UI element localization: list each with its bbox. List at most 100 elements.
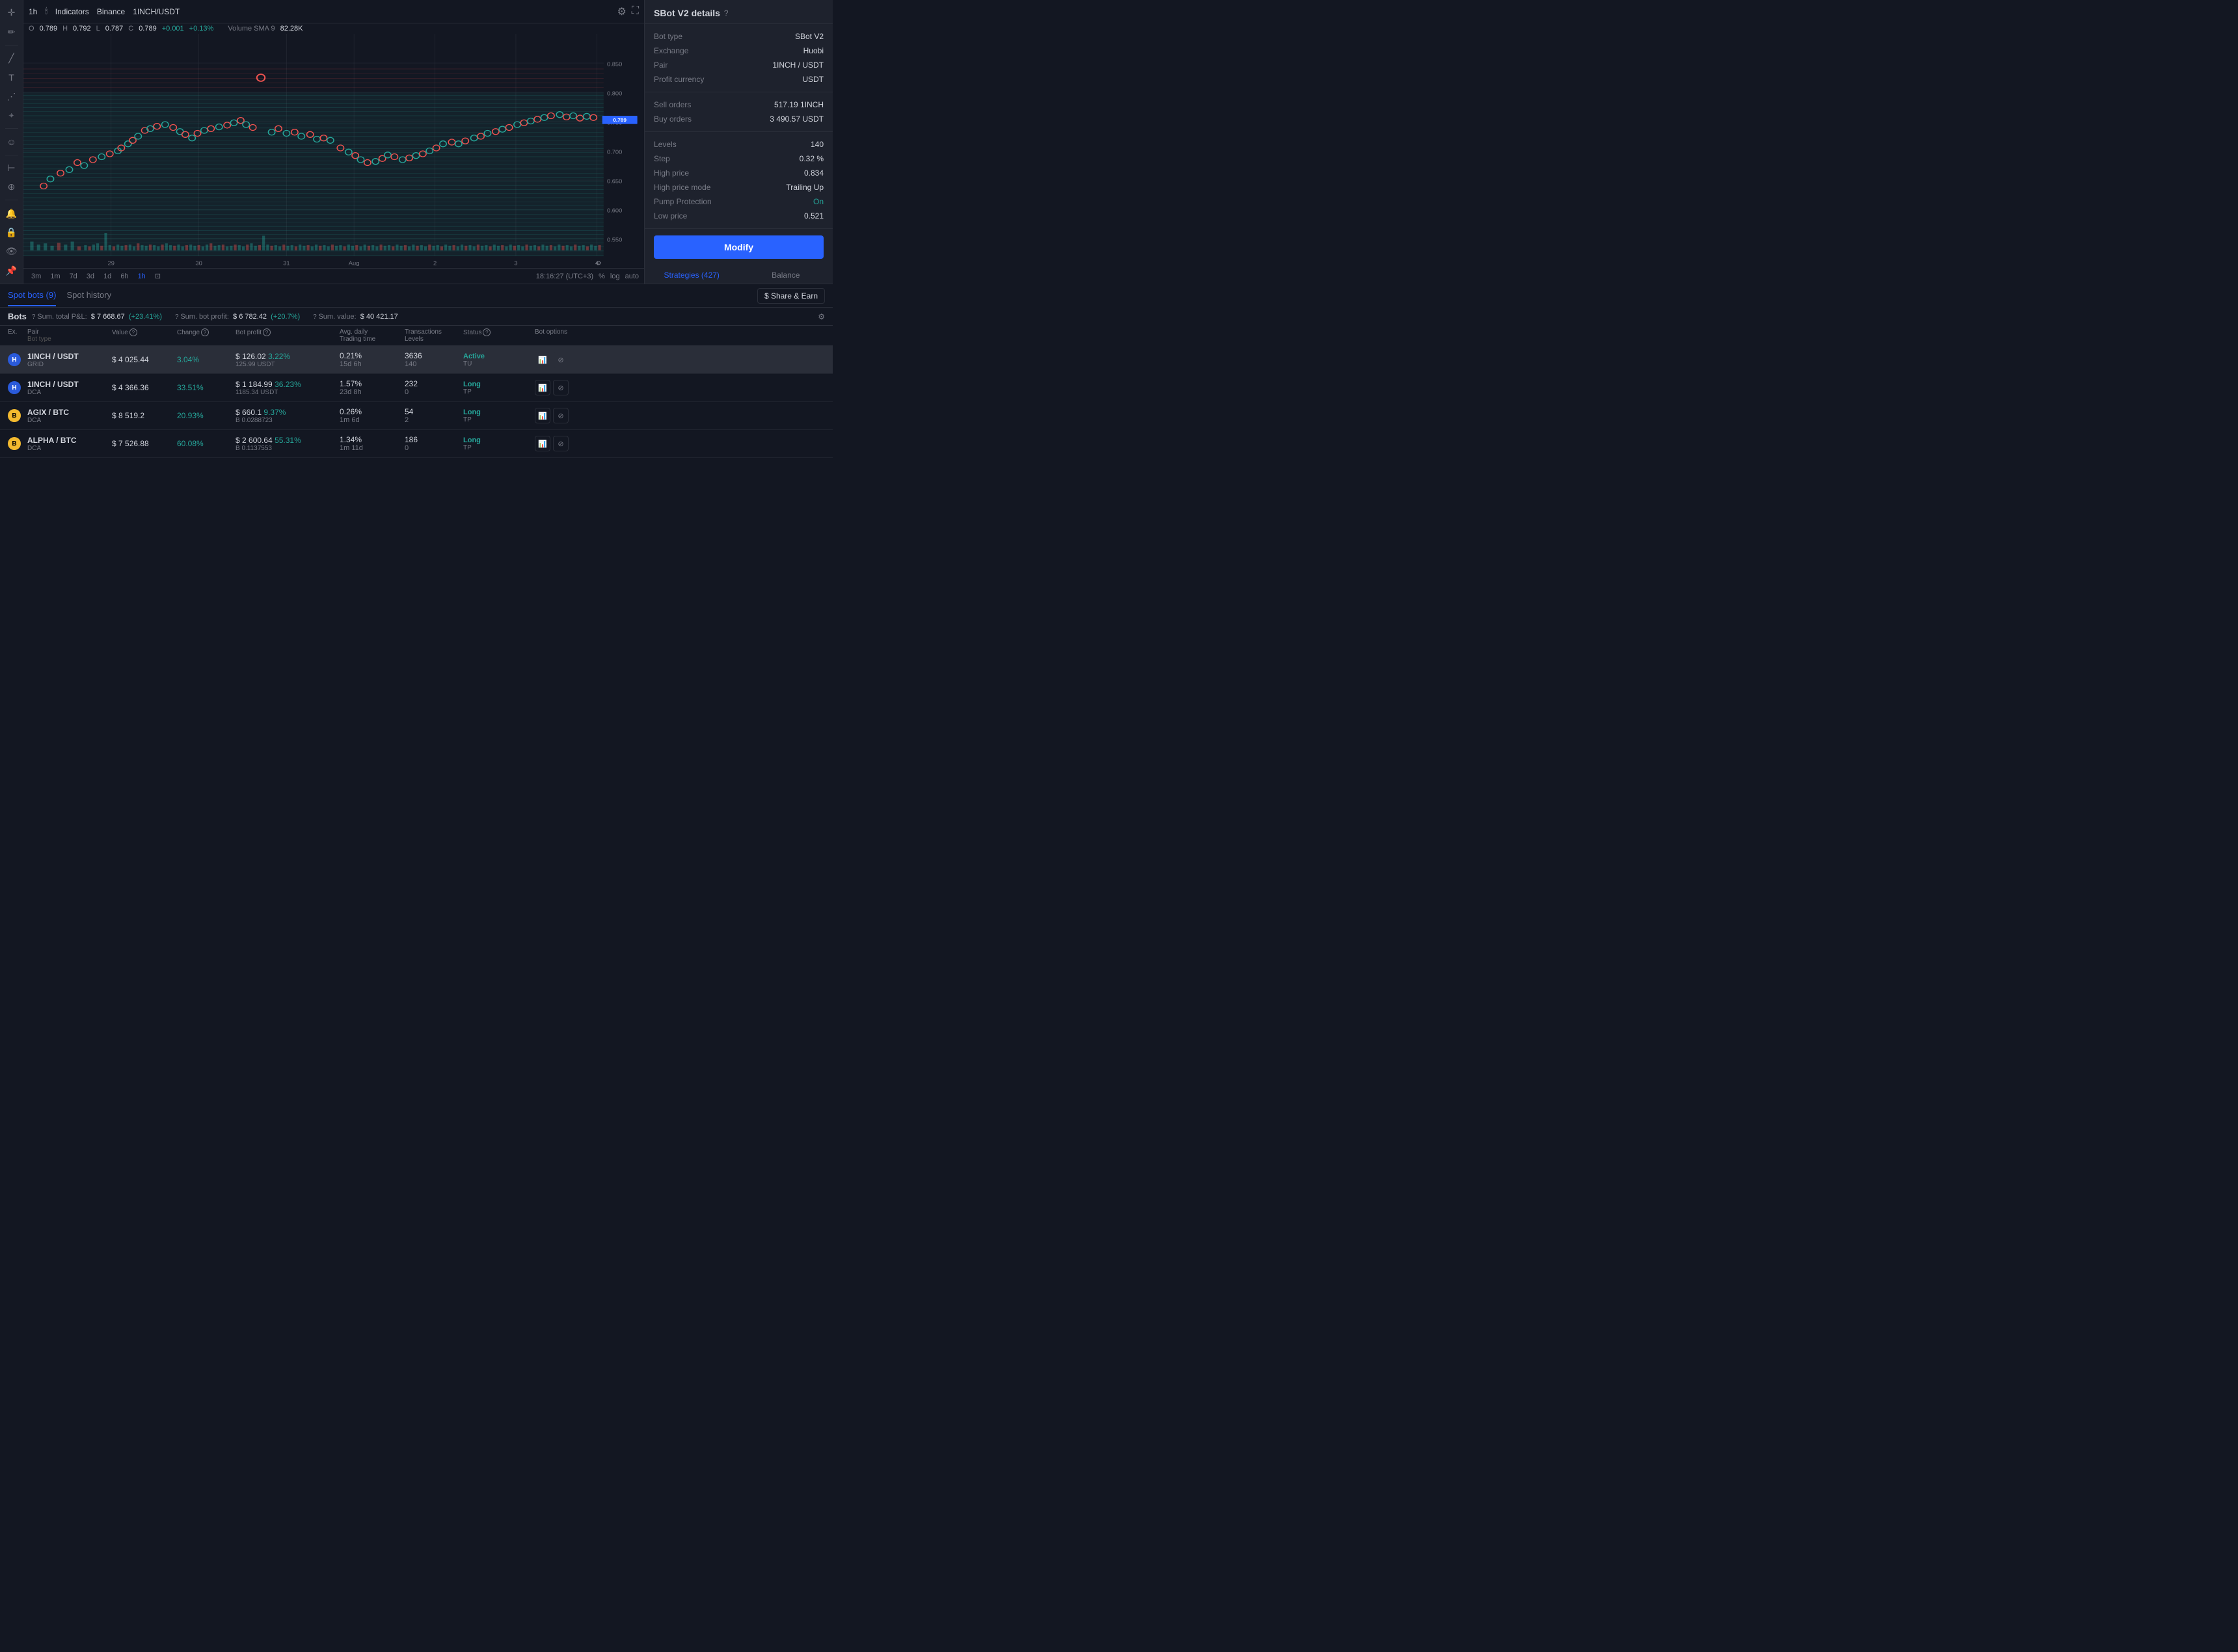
bot-type: DCA <box>27 389 112 396</box>
time-1h[interactable]: 1h <box>135 271 148 282</box>
tab-balance[interactable]: Balance <box>739 265 833 284</box>
pair-cell: 1INCH / USDT GRID <box>27 352 112 368</box>
measure-tool[interactable]: ⌖ <box>3 108 21 123</box>
profit-currency-label: Profit currency <box>654 75 704 84</box>
time-1m[interactable]: 1m <box>47 271 62 282</box>
chart-header-right: ⚙ ⛶ <box>617 5 639 18</box>
col-transactions: Transactions Levels <box>405 328 463 343</box>
pct-mode[interactable]: % <box>599 273 605 280</box>
chart-action-btn[interactable]: 📊 <box>535 436 550 451</box>
settings-btn[interactable]: ⚙ <box>617 5 626 18</box>
fullscreen-btn[interactable]: ⛶ <box>632 5 639 18</box>
emoji-tool[interactable]: ☺ <box>3 134 21 149</box>
change-pct: +0.13% <box>189 25 214 33</box>
time-3m[interactable]: 3m <box>29 271 44 282</box>
avg-daily-cell: 0.26% 1m 6d <box>340 407 405 424</box>
levels-row: Levels 140 <box>645 137 833 152</box>
text-tool[interactable]: T <box>3 70 21 85</box>
table-row[interactable]: B ALPHA / BTC DCA $ 7 526.88 60.08% $ 2 … <box>0 430 833 458</box>
svg-text:0.700: 0.700 <box>607 149 622 155</box>
stop-action-btn[interactable]: ⊘ <box>553 352 569 367</box>
svg-text:3: 3 <box>514 260 517 266</box>
stop-action-btn[interactable]: ⊘ <box>553 380 569 395</box>
time-6h[interactable]: 6h <box>118 271 131 282</box>
tab-strategies[interactable]: Strategies (427) <box>645 265 739 284</box>
alert-tool[interactable]: 🔔 <box>3 206 21 220</box>
binance-icon: B <box>8 409 21 422</box>
change-help[interactable]: ? <box>201 328 209 336</box>
stop-action-btn[interactable]: ⊘ <box>553 436 569 451</box>
status-text: Long <box>463 380 535 388</box>
transactions-cell: 186 0 <box>405 435 463 452</box>
table-row[interactable]: B AGIX / BTC DCA $ 8 519.2 20.93% $ 660.… <box>0 402 833 430</box>
low-price-label: Low price <box>654 211 687 220</box>
low-price-row: Low price 0.521 <box>645 209 833 223</box>
crosshair-tool[interactable]: ✛ <box>3 5 21 20</box>
time-3d[interactable]: 3d <box>84 271 97 282</box>
high-price-mode-row: High price mode Trailing Up <box>645 180 833 194</box>
bot-type-value: SBot V2 <box>795 32 824 41</box>
auto-mode[interactable]: auto <box>625 273 639 280</box>
tab-spot-history[interactable]: Spot history <box>66 285 111 306</box>
bottom-tabs: Spot bots (9) Spot history $ Share & Ear… <box>0 284 833 308</box>
status-cell: Long TP <box>463 380 535 395</box>
col-avg-daily: Avg. daily Trading time <box>340 328 405 343</box>
table-row[interactable]: H 1INCH / USDT DCA $ 4 366.36 33.51% $ 1… <box>0 374 833 402</box>
indicators-btn[interactable]: Indicators <box>55 7 89 16</box>
eye-tool[interactable]: 👁 <box>3 244 21 259</box>
high-label: H <box>62 25 68 33</box>
zoom-tool[interactable]: ⊕ <box>3 180 21 194</box>
lock-tool[interactable]: 🔒 <box>3 225 21 240</box>
summary-bot-profit-value: $ 6 782.42 <box>233 313 267 321</box>
pair-selector[interactable]: 1INCH/USDT <box>133 7 180 16</box>
chart-type-selector[interactable]: 🕯 <box>45 7 47 16</box>
modify-button[interactable]: Modify <box>654 235 824 259</box>
value-cell: $ 4 366.36 <box>112 383 177 392</box>
time-1d[interactable]: 1d <box>101 271 114 282</box>
pattern-tool[interactable]: ⋰ <box>3 89 21 104</box>
change-cell: 3.04% <box>177 355 236 364</box>
value-help[interactable]: ? <box>129 328 137 336</box>
share-earn-button[interactable]: $ Share & Earn <box>757 288 825 304</box>
svg-text:0.650: 0.650 <box>607 178 622 184</box>
value-cell: $ 4 025.44 <box>112 355 177 364</box>
pin-tool[interactable]: 📌 <box>3 263 21 278</box>
time-7d[interactable]: 7d <box>67 271 80 282</box>
step-value: 0.32 % <box>800 154 824 163</box>
profit-help[interactable]: ? <box>263 328 271 336</box>
summary-bot-profit-label: Sum. bot profit: <box>180 313 229 321</box>
avg-daily: 0.21% <box>340 351 405 360</box>
status-cell: Long TP <box>463 436 535 451</box>
sbot-help-icon[interactable]: ? <box>724 8 729 18</box>
profit-currency-value: USDT <box>802 75 824 84</box>
profit-cell: $ 660.1 9.37% B 0.0288723 <box>236 408 340 424</box>
pair-name: 1INCH / USDT <box>27 380 112 389</box>
tab-spot-bots[interactable]: Spot bots (9) <box>8 285 56 306</box>
chart-action-btn[interactable]: 📊 <box>535 408 550 423</box>
left-toolbar: ✛ ✏ ╱ T ⋰ ⌖ ☺ ⊢ ⊕ 🔔 🔒 👁 📌 <box>0 0 23 284</box>
status-help[interactable]: ? <box>483 328 491 336</box>
chart-time-controls: 3m 1m 7d 3d 1d 6h 1h ⊡ 18:16:27 (UTC+3) … <box>23 268 644 284</box>
exchange-selector[interactable]: Binance <box>97 7 125 16</box>
transactions-cell: 232 0 <box>405 379 463 396</box>
ruler-tool[interactable]: ⊢ <box>3 161 21 176</box>
stop-action-btn[interactable]: ⊘ <box>553 408 569 423</box>
col-pair: Pair Bot type <box>27 328 112 343</box>
chart-action-btn[interactable]: 📊 <box>535 352 550 367</box>
profit-cell: $ 1 184.99 36.23% 1185.34 USDT <box>236 380 340 396</box>
status-sub: TP <box>463 388 535 395</box>
filter-icon[interactable]: ⚙ <box>818 312 825 321</box>
table-row[interactable]: H 1INCH / USDT GRID $ 4 025.44 3.04% $ 1… <box>0 346 833 374</box>
buy-orders-value: 3 490.57 USDT <box>770 114 824 124</box>
chart-canvas[interactable]: 29 30 31 Aug 2 3 4 0.850 0.800 0.750 0.7… <box>23 34 644 268</box>
line-tool[interactable]: ╱ <box>3 51 21 66</box>
log-mode[interactable]: log <box>610 273 620 280</box>
chart-action-btn[interactable]: 📊 <box>535 380 550 395</box>
svg-text:0.550: 0.550 <box>607 237 622 243</box>
toolbar-divider-2 <box>5 128 18 129</box>
timeframe-selector[interactable]: 1h <box>29 7 37 16</box>
pen-tool[interactable]: ✏ <box>3 24 21 39</box>
avg-daily: 0.26% <box>340 407 405 416</box>
share-earn-label: $ Share & Earn <box>764 291 818 300</box>
avg-daily-cell: 1.57% 23d 8h <box>340 379 405 396</box>
